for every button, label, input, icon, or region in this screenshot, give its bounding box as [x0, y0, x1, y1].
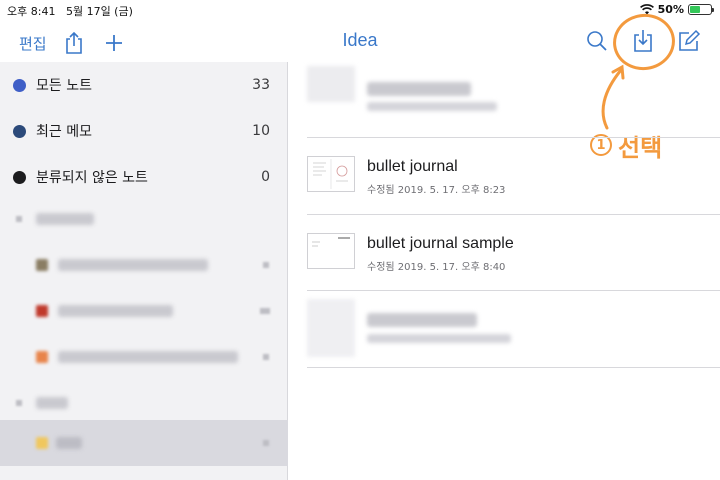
search-icon[interactable]: [584, 28, 610, 54]
redacted-label: [58, 305, 173, 317]
page-title: Idea: [342, 30, 378, 50]
status-time: 오후 8:41: [7, 5, 56, 18]
compose-icon[interactable]: [676, 28, 702, 54]
status-time-date: 오후 8:41 5월 17일 (금): [7, 3, 133, 19]
sidebar-item-redacted[interactable]: [0, 196, 288, 242]
sidebar-item-redacted[interactable]: [0, 242, 288, 288]
redacted-title: [367, 82, 471, 96]
sidebar-item-all-notes[interactable]: 모든 노트 33: [0, 62, 288, 108]
status-bar: 오후 8:41 5월 17일 (금) 50%: [0, 0, 720, 20]
folder-color-icon: [36, 351, 48, 363]
note-title: bullet journal sample: [367, 235, 514, 252]
sidebar-item-selected-folder[interactable]: [0, 420, 288, 466]
list-item[interactable]: bullet journal 수정됨 2019. 5. 17. 오후 8:23: [289, 138, 720, 215]
folder-dot-icon: [13, 78, 26, 92]
sidebar-item-count: 0: [261, 169, 270, 185]
redacted-label: [36, 397, 68, 409]
redacted-count: [263, 354, 269, 360]
redacted-subtitle: [367, 102, 497, 111]
sidebar-item-label: 모든 노트: [36, 78, 92, 94]
list-item[interactable]: [289, 62, 720, 139]
redacted-label: [56, 437, 82, 449]
redacted-count: [263, 262, 269, 268]
list-item[interactable]: [289, 291, 720, 368]
divider: [307, 367, 720, 368]
sidebar: 모든 노트 33 최근 메모 10 분류되지 않은 노트 0: [0, 62, 288, 480]
redacted-label: [58, 351, 238, 363]
battery-icon: [688, 4, 714, 15]
note-list: bullet journal 수정됨 2019. 5. 17. 오후 8:23 …: [289, 62, 720, 480]
folder-color-icon: [36, 437, 48, 449]
collapse-marker-icon: [16, 216, 22, 222]
nav-left-group: 편집: [19, 30, 127, 56]
note-thumbnail: [307, 233, 355, 269]
note-modified: 수정됨 2019. 5. 17. 오후 8:40: [367, 262, 506, 273]
redacted-subtitle: [367, 334, 511, 343]
sidebar-item-redacted[interactable]: [0, 334, 288, 380]
note-thumbnail: [307, 299, 355, 357]
status-date: 5월 17일 (금): [65, 5, 133, 18]
note-thumbnail: [307, 156, 355, 192]
folder-dot-icon: [13, 124, 26, 138]
folder-dot-icon: [13, 170, 26, 184]
edit-button[interactable]: 편집: [19, 33, 47, 54]
battery-percent: 50%: [657, 3, 684, 16]
note-title: bullet journal: [367, 158, 458, 175]
note-modified: 수정됨 2019. 5. 17. 오후 8:23: [367, 185, 506, 196]
plus-icon[interactable]: [101, 30, 127, 56]
collapse-marker-icon: [16, 400, 22, 406]
share-icon[interactable]: [61, 30, 87, 56]
note-thumbnail: [307, 66, 355, 102]
redacted-label: [36, 213, 94, 225]
redacted-title: [367, 313, 477, 327]
sidebar-item-label: 최근 메모: [36, 124, 92, 140]
sidebar-item-label: 분류되지 않은 노트: [36, 170, 148, 186]
redacted-label: [58, 259, 208, 271]
list-item[interactable]: bullet journal sample 수정됨 2019. 5. 17. 오…: [289, 215, 720, 292]
redacted-count: [263, 440, 269, 446]
folder-color-icon: [36, 305, 48, 317]
sidebar-item-uncategorized[interactable]: 분류되지 않은 노트 0: [0, 154, 288, 200]
sidebar-item-count: 33: [252, 77, 270, 93]
sidebar-item-redacted[interactable]: [0, 288, 288, 334]
redacted-count: [260, 308, 270, 314]
sidebar-item-count: 10: [252, 123, 270, 139]
folder-color-icon: [36, 259, 48, 271]
sidebar-item-recent[interactable]: 최근 메모 10: [0, 108, 288, 154]
